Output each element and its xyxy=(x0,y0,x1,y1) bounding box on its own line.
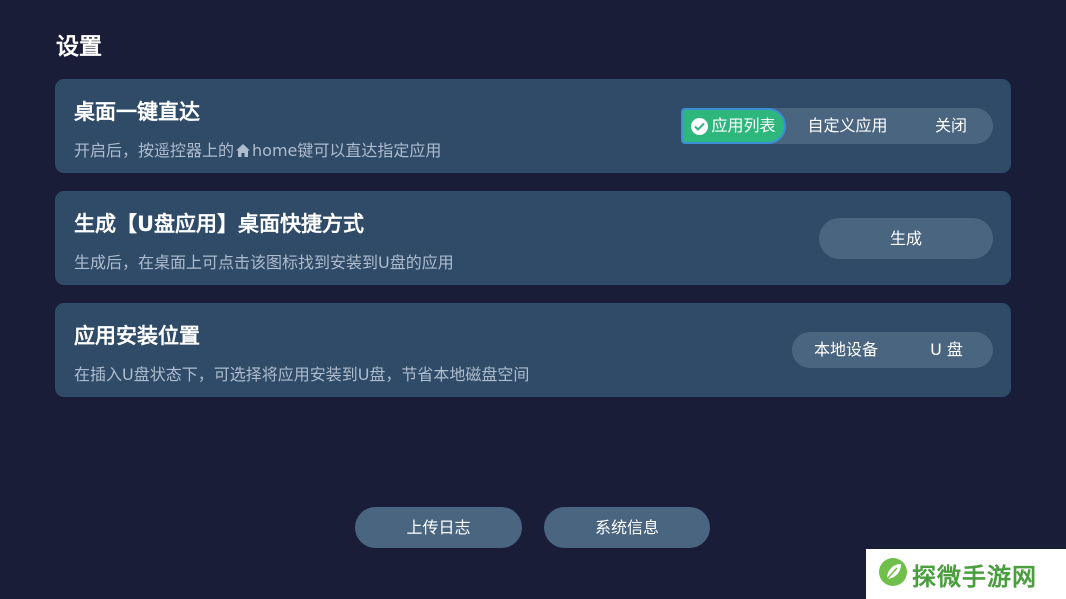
watermark-text: 探微手游网 xyxy=(912,562,1037,591)
check-icon xyxy=(691,117,709,135)
setting-card-home-shortcut: 桌面一键直达 开启后，按遥控器上的 home键可以直达指定应用 应用列表 自定义应… xyxy=(55,79,1011,173)
generate-button[interactable]: 生成 xyxy=(819,218,993,259)
setting-title: 应用安装位置 xyxy=(74,324,200,348)
home-shortcut-segmented-control: 应用列表 自定义应用 关闭 xyxy=(681,108,993,144)
upload-log-button[interactable]: 上传日志 xyxy=(355,507,522,548)
settings-page: 设置 桌面一键直达 开启后，按遥控器上的 home键可以直达指定应用 应用列表 自… xyxy=(0,0,1066,599)
option-app-list[interactable]: 应用列表 xyxy=(681,108,786,144)
home-icon xyxy=(235,143,251,162)
option-local-device[interactable]: 本地设备 xyxy=(792,332,900,368)
leaf-logo-icon xyxy=(878,557,908,591)
option-custom-app[interactable]: 自定义应用 xyxy=(786,108,909,144)
option-off[interactable]: 关闭 xyxy=(909,108,993,144)
page-title: 设置 xyxy=(56,34,102,60)
setting-description: 生成后，在桌面上可点击该图标找到安装到U盘的应用 xyxy=(74,253,454,272)
setting-card-install-location: 应用安装位置 在插入U盘状态下，可选择将应用安装到U盘，节省本地磁盘空间 本地设… xyxy=(55,303,1011,397)
setting-description-text: home键可以直达指定应用 xyxy=(252,141,442,160)
setting-title: 生成【U盘应用】桌面快捷方式 xyxy=(74,212,365,236)
watermark: 探微手游网 xyxy=(866,549,1066,599)
setting-description: 开启后，按遥控器上的 home键可以直达指定应用 xyxy=(74,137,441,162)
option-usb-drive[interactable]: U 盘 xyxy=(900,332,993,368)
setting-card-usb-shortcut: 生成【U盘应用】桌面快捷方式 生成后，在桌面上可点击该图标找到安装到U盘的应用 … xyxy=(55,191,1011,285)
option-label: 应用列表 xyxy=(711,116,776,135)
system-info-button[interactable]: 系统信息 xyxy=(544,507,710,548)
setting-description-text: 开启后，按遥控器上的 xyxy=(74,141,235,160)
setting-description: 在插入U盘状态下，可选择将应用安装到U盘，节省本地磁盘空间 xyxy=(74,365,530,384)
setting-title: 桌面一键直达 xyxy=(74,100,200,124)
install-location-segmented-control: 本地设备 U 盘 xyxy=(792,332,993,368)
